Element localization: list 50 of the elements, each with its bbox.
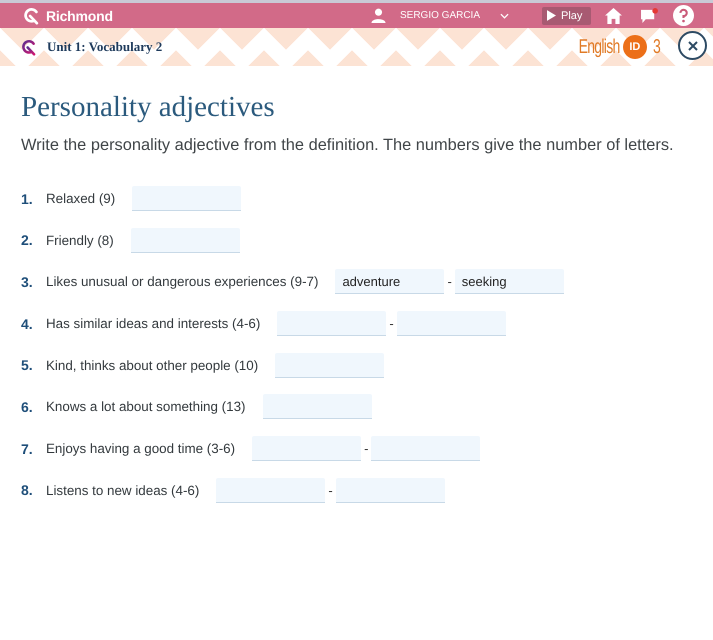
- chat-icon[interactable]: [641, 8, 658, 24]
- play-icon: [547, 10, 556, 21]
- item-prompt: Listens to new ideas (4-6): [46, 482, 200, 498]
- chevron-down-icon[interactable]: [500, 12, 509, 18]
- item-prompt: Knows a lot about something (13): [46, 399, 246, 414]
- item-number: 3.: [21, 274, 34, 290]
- item-prompt: Relaxed (9): [46, 191, 116, 206]
- answer-field[interactable]: [336, 478, 445, 503]
- person-icon: [370, 8, 386, 23]
- course-level: 3: [652, 36, 661, 58]
- course-name: English: [578, 36, 620, 58]
- item-number: 2.: [21, 232, 34, 248]
- exercise-title: Personality adjectives: [21, 92, 276, 122]
- item-prompt: Likes unusual or dangerous experiences (9-7): [46, 274, 318, 290]
- answer-field[interactable]: [396, 311, 506, 336]
- help-icon[interactable]: [673, 5, 694, 26]
- play-button[interactable]: Play: [542, 6, 591, 24]
- answer-field[interactable]: adventure: [335, 269, 444, 294]
- answer-field[interactable]: [132, 186, 242, 211]
- course-badge: ID: [622, 35, 647, 59]
- answer-field[interactable]: [262, 394, 372, 420]
- brand-logo-icon: [22, 6, 40, 24]
- hyphen-separator: -: [389, 316, 394, 332]
- answer-field[interactable]: [277, 311, 386, 336]
- item-number: 8.: [21, 482, 34, 498]
- close-button[interactable]: [678, 31, 707, 60]
- exercise-instruction: Write the personality adjective from the definition. The numbers give the number of letters.: [21, 135, 675, 155]
- hyphen-separator: -: [364, 441, 368, 456]
- item-prompt: Enjoys having a good time (3-6): [46, 441, 236, 456]
- answer-field[interactable]: [130, 228, 240, 253]
- item-prompt: Has similar ideas and interests (4-6): [46, 316, 260, 332]
- answer-field[interactable]: seeking: [454, 269, 564, 294]
- brand-name: Richmond: [46, 8, 113, 24]
- item-prompt: Kind, thinks about other people (10): [46, 358, 258, 373]
- close-icon: [688, 40, 698, 50]
- hyphen-separator: -: [328, 482, 333, 498]
- answer-field[interactable]: [275, 352, 384, 378]
- item-number: 6.: [21, 398, 34, 415]
- logo-icon: [20, 38, 37, 56]
- answer-field[interactable]: [216, 478, 326, 503]
- item-prompt: Friendly (8): [46, 232, 114, 248]
- answer-field[interactable]: [252, 436, 362, 462]
- item-number: 1.: [21, 190, 34, 206]
- item-number: 5.: [21, 357, 34, 374]
- home-icon[interactable]: [605, 8, 622, 24]
- item-number: 4.: [21, 316, 34, 332]
- item-number: 7.: [21, 440, 34, 457]
- answer-field[interactable]: [371, 436, 480, 462]
- unit-title: Unit 1: Vocabulary 2: [47, 39, 162, 55]
- hyphen-separator: -: [447, 274, 452, 290]
